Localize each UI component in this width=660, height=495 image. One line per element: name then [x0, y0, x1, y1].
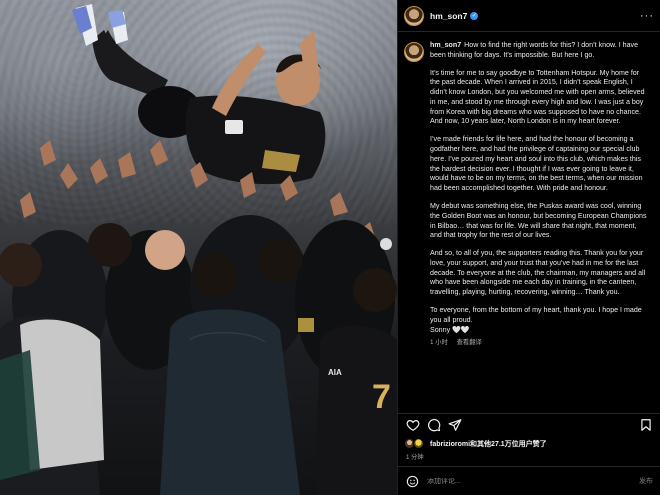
author-username[interactable]: hm_son7 [430, 11, 467, 21]
post-panel: hm_son7 ✓ ··· hm_son7 How to find the ri… [397, 0, 660, 495]
caption-username[interactable]: hm_son7 [430, 41, 461, 49]
celebration-illustration: 7 AIA [0, 4, 397, 495]
caption-paragraph: To everyone, from the bottom of my heart… [430, 305, 642, 334]
post-comment-button[interactable]: 发布 [639, 476, 653, 486]
smiley-icon[interactable] [406, 475, 419, 488]
jersey-number: 7 [372, 378, 391, 416]
likes-count-text[interactable]: fabrizioromi和其他27.1万位用户赞了 [430, 439, 547, 449]
caption-paragraph: How to find the right words for this? I … [430, 41, 639, 59]
post-photo[interactable]: 7 AIA [0, 0, 397, 495]
post-header: hm_son7 ✓ ··· [398, 0, 660, 32]
caption-area: hm_son7 How to find the right words for … [398, 33, 660, 391]
action-bar [398, 413, 660, 435]
comment-bar: 发布 [398, 466, 660, 495]
translate-link[interactable]: 查看翻译 [457, 339, 482, 346]
caption-paragraph: And so, to all of you, the supporters re… [430, 249, 646, 297]
svg-text:AIA: AIA [328, 368, 342, 377]
liker-avatars [404, 438, 428, 450]
heart-icon[interactable] [406, 418, 420, 432]
bookmark-icon[interactable] [639, 418, 653, 432]
caption-time: 1 小时 [430, 339, 448, 347]
verified-badge-icon: ✓ [470, 11, 479, 20]
author-avatar[interactable] [404, 5, 424, 26]
comment-icon[interactable] [427, 418, 441, 432]
post-date: 1 分钟 [406, 454, 424, 461]
send-icon[interactable] [448, 418, 462, 432]
caption-avatar[interactable] [404, 42, 424, 62]
caption-paragraph: I’ve made friends for life here, and had… [430, 135, 643, 193]
caption-text: hm_son7 How to find the right words for … [430, 41, 649, 348]
caption-paragraph: My debut was something else, the Puskas … [430, 201, 647, 240]
comment-input[interactable] [427, 477, 602, 485]
likes-row[interactable]: fabrizioromi和其他27.1万位用户赞了 [404, 437, 656, 451]
caption-meta: 1 小时 查看翻译 [430, 339, 649, 348]
caption-paragraph: It’s time for me to say goodbye to Totte… [430, 68, 645, 126]
more-options-icon[interactable]: ··· [640, 10, 654, 22]
